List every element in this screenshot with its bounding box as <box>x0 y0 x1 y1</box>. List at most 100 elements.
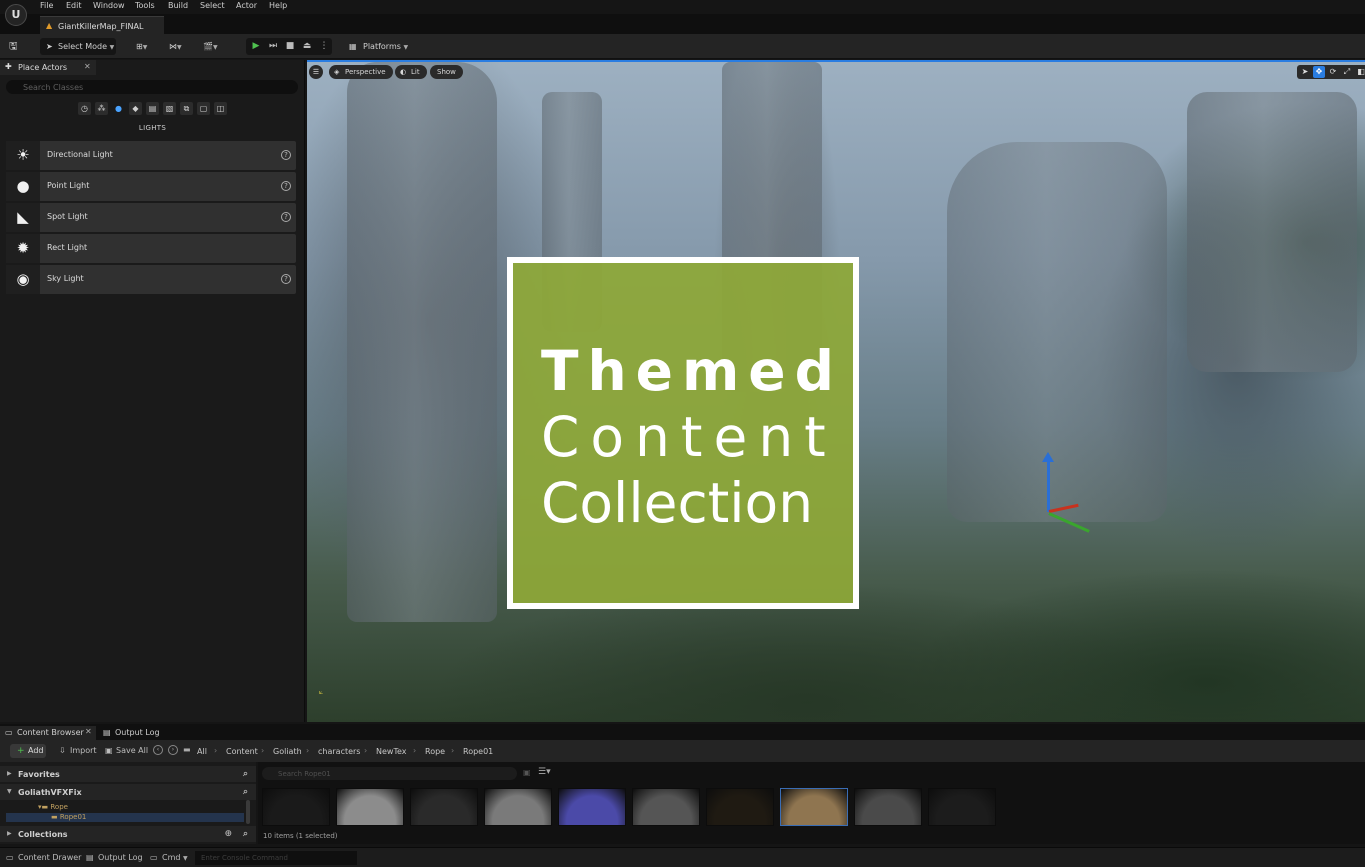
collections-header[interactable]: ▶ Collections ⊕ ⌕ <box>0 826 256 842</box>
help-icon[interactable]: ? <box>281 181 291 191</box>
tree-folder-rope[interactable]: ▾▬ Rope <box>38 803 68 812</box>
light-item-directional[interactable]: ☀ Directional Light ? <box>6 141 296 170</box>
cinematic-icon[interactable]: ▤ <box>146 102 159 115</box>
geometry-icon[interactable]: ⧉ <box>180 102 193 115</box>
lit-button[interactable]: ◐ Lit <box>395 65 427 79</box>
folder-icon[interactable]: ▬ <box>183 745 191 754</box>
place-actors-tab[interactable]: ✚ Place Actors <box>0 60 96 75</box>
recent-icon[interactable]: ◷ <box>78 102 91 115</box>
play-icon[interactable]: ▶ <box>249 40 263 53</box>
breadcrumb-characters[interactable]: characters <box>318 747 360 756</box>
import-button[interactable]: ⇩ Import <box>59 744 97 758</box>
basic-shapes-icon[interactable]: ⁂ <box>95 102 108 115</box>
save-icon[interactable]: 🖫 <box>9 38 18 55</box>
scale-tool-icon[interactable]: ⤢ <box>1341 66 1353 78</box>
asset-tile[interactable] <box>632 788 700 826</box>
filter-icon[interactable]: ☰▾ <box>538 767 551 777</box>
more-options-icon[interactable]: ⋮ <box>317 40 331 53</box>
menu-file[interactable]: File <box>40 1 53 10</box>
output-log-button[interactable]: ▤ Output Log <box>86 853 143 865</box>
breadcrumb-goliath[interactable]: Goliath <box>273 747 302 756</box>
collections-label: Collections <box>18 830 68 839</box>
asset-search-input[interactable] <box>262 767 517 780</box>
breadcrumb-rope01[interactable]: Rope01 <box>463 747 493 756</box>
document-tab[interactable]: ▲ GiantKillerMap_FINAL <box>40 16 164 34</box>
asset-tile[interactable] <box>262 788 330 826</box>
light-item-spot[interactable]: ◣ Spot Light ? <box>6 203 296 232</box>
eject-icon[interactable]: ⏏ <box>300 40 314 53</box>
content-drawer-button[interactable]: ▭ Content Drawer <box>6 853 81 865</box>
save-all-button[interactable]: ▣ Save All <box>105 744 148 758</box>
menu-build[interactable]: Build <box>168 1 188 10</box>
breadcrumb-content[interactable]: Content <box>226 747 258 756</box>
light-item-point[interactable]: ● Point Light ? <box>6 172 296 201</box>
stop-icon[interactable]: ■ <box>283 40 297 53</box>
add-collection-icon[interactable]: ⊕ <box>224 829 232 839</box>
search-icon[interactable]: ⌕ <box>243 829 248 839</box>
history-forward-icon[interactable]: › <box>168 745 178 755</box>
visual-effects-icon[interactable]: ▧ <box>163 102 176 115</box>
menu-actor[interactable]: Actor <box>236 1 257 10</box>
menu-edit[interactable]: Edit <box>66 1 82 10</box>
add-button[interactable]: + Add <box>10 744 46 758</box>
asset-tile[interactable] <box>558 788 626 826</box>
help-icon[interactable]: ? <box>281 150 291 160</box>
asset-tile[interactable] <box>928 788 996 826</box>
menu-help[interactable]: Help <box>269 1 287 10</box>
light-item-rect[interactable]: ✹ Rect Light <box>6 234 296 263</box>
gizmo-z-axis[interactable] <box>1047 460 1050 512</box>
volumes-icon[interactable]: ▢ <box>197 102 210 115</box>
asset-tile[interactable] <box>706 788 774 826</box>
lights-category-icon[interactable]: ● <box>112 102 125 115</box>
light-item-sky[interactable]: ◉ Sky Light ? <box>6 265 296 294</box>
light-item-label: Rect Light <box>47 243 88 252</box>
cmd-dropdown[interactable]: ▭ Cmd ▼ <box>150 853 188 865</box>
help-icon[interactable]: ? <box>281 274 291 284</box>
save-search-icon[interactable]: ▣ <box>523 768 531 777</box>
menu-tools[interactable]: Tools <box>135 1 155 10</box>
history-back-icon[interactable]: ‹ <box>153 745 163 755</box>
output-log-tab-label: Output Log <box>115 728 160 737</box>
perspective-button[interactable]: ◈ Perspective <box>329 65 393 79</box>
cinematics-icon[interactable]: 🎬▼ <box>203 38 218 55</box>
add-actor-icon[interactable]: ⊞▼ <box>136 38 147 55</box>
blueprint-icon[interactable]: ⋈▼ <box>169 38 182 55</box>
asset-tile[interactable] <box>336 788 404 826</box>
step-icon[interactable]: ⏭ <box>266 40 280 53</box>
snap-tool-icon[interactable]: ◧ <box>1355 66 1365 78</box>
search-classes-input[interactable] <box>6 80 298 94</box>
asset-tile[interactable] <box>780 788 848 826</box>
tree-folder-rope01[interactable]: ▬ Rope01 <box>6 813 244 822</box>
console-command-input[interactable] <box>195 851 357 865</box>
menu-window[interactable]: Window <box>93 1 125 10</box>
tree-folder-label: Rope <box>50 803 68 811</box>
shapes-icon[interactable]: ◆ <box>129 102 142 115</box>
search-icon[interactable]: ⌕ <box>243 769 248 779</box>
menu-select[interactable]: Select <box>200 1 225 10</box>
select-mode-dropdown[interactable]: ➤ Select Mode ▼ <box>40 38 116 55</box>
content-browser-tab[interactable]: ▭ Content Browser <box>0 726 96 740</box>
asset-tile[interactable] <box>484 788 552 826</box>
breadcrumb-rope[interactable]: Rope <box>425 747 445 756</box>
tree-scrollbar[interactable] <box>246 800 250 824</box>
all-classes-icon[interactable]: ◫ <box>214 102 227 115</box>
platforms-dropdown[interactable]: ▦ Platforms ▼ <box>345 38 409 55</box>
search-icon[interactable]: ⌕ <box>243 787 248 797</box>
breadcrumb-newtex[interactable]: NewTex <box>376 747 407 756</box>
favorites-header[interactable]: ▶ Favorites ⌕ <box>0 766 256 782</box>
log-icon: ▤ <box>103 728 111 737</box>
unreal-logo-icon[interactable]: U <box>5 4 27 26</box>
breadcrumb-all[interactable]: All <box>197 747 207 756</box>
move-tool-icon[interactable]: ✥ <box>1313 66 1325 78</box>
output-log-tab[interactable]: ▤ Output Log <box>98 726 168 740</box>
asset-tile[interactable] <box>410 788 478 826</box>
help-icon[interactable]: ? <box>281 212 291 222</box>
close-icon[interactable]: ✕ <box>85 727 92 736</box>
select-tool-icon[interactable]: ➤ <box>1299 66 1311 78</box>
show-button[interactable]: Show <box>430 65 463 79</box>
close-icon[interactable]: ✕ <box>84 62 91 71</box>
rotate-tool-icon[interactable]: ⟳ <box>1327 66 1339 78</box>
project-header[interactable]: ▼ GoliathVFXFix ⌕ <box>0 784 256 800</box>
asset-tile[interactable] <box>854 788 922 826</box>
viewport-menu-icon[interactable]: ☰ <box>309 65 323 79</box>
